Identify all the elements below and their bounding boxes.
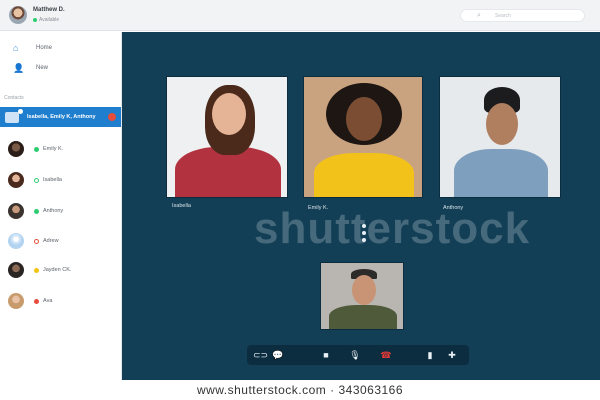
participant-face	[486, 103, 518, 145]
contact-name: Jayden CK.	[43, 267, 72, 273]
user-status-label: Available	[39, 17, 60, 23]
sidebar: ⌂ Home 👤 New Contacts Isabella, Emily K,…	[0, 32, 122, 380]
link-icon[interactable]: ⊂⊃	[253, 348, 268, 362]
sidebar-item-active-call-group[interactable]: Isabella, Emily K, Anthony	[0, 107, 121, 127]
participant-video-anthony[interactable]	[439, 76, 561, 198]
avatar	[8, 203, 24, 219]
signal-icon[interactable]: ▮	[423, 348, 437, 362]
participant-shirt	[454, 149, 548, 197]
microphone-icon[interactable]: 🎙	[348, 348, 362, 362]
participant-shirt	[314, 153, 414, 197]
add-participant-icon[interactable]: ✚	[445, 348, 459, 362]
dot	[362, 231, 366, 235]
avatar	[8, 141, 24, 157]
contacts-section-label: Contacts	[4, 95, 24, 101]
participant-name: Isabella	[172, 203, 191, 209]
hang-up-icon[interactable]: ☎	[379, 348, 393, 362]
dot	[362, 238, 366, 242]
video-call-area: Isabella Emily K. Anthony shutterstock ⊂…	[122, 32, 600, 380]
contact-item-adrew[interactable]: Adrew	[8, 232, 118, 250]
status-dot	[34, 146, 39, 152]
search-placeholder: Search	[495, 13, 511, 19]
online-status-dot	[33, 17, 37, 22]
contact-item-isabella[interactable]: Isabella	[8, 171, 118, 189]
add-user-icon: 👤	[13, 63, 25, 73]
status-dot	[34, 238, 39, 244]
user-name: Matthew D.	[33, 7, 65, 13]
status-dot	[34, 208, 39, 214]
contact-item-jayden[interactable]: Jayden CK.	[8, 261, 118, 279]
participant-video-emily[interactable]	[303, 76, 423, 198]
contact-name: Isabella	[43, 177, 62, 183]
footer-text: www.shutterstock.com · 343063166	[196, 383, 404, 397]
self-face	[352, 275, 376, 305]
participant-video-isabella[interactable]	[166, 76, 288, 198]
top-bar: Matthew D. Available ⌕ Search	[0, 0, 600, 31]
watermark: shutterstock	[254, 204, 531, 253]
group-call-icon	[5, 108, 23, 123]
participant-face	[346, 97, 382, 141]
contact-name: Anthony	[43, 208, 64, 214]
search-input[interactable]: ⌕ Search	[460, 9, 585, 22]
status-dot	[34, 267, 39, 273]
search-icon: ⌕	[477, 12, 481, 19]
call-badge-icon	[108, 113, 116, 121]
self-video-preview[interactable]	[320, 262, 404, 330]
avatar	[8, 233, 24, 249]
nav-item-label: New	[36, 65, 49, 71]
avatar	[8, 293, 24, 309]
user-status: Available	[33, 17, 59, 23]
dot	[362, 224, 366, 228]
contact-item-ava[interactable]: Ava	[8, 292, 118, 310]
footer: www.shutterstock.com · 343063166	[0, 380, 600, 400]
avatar	[8, 172, 24, 188]
participant-face	[212, 93, 246, 135]
contact-item-emily[interactable]: Emily K.	[8, 140, 118, 158]
nav-item-home[interactable]: ⌂ Home	[13, 41, 113, 55]
contact-name: Emily K.	[43, 146, 64, 152]
home-icon: ⌂	[13, 43, 19, 53]
chat-icon[interactable]: 💬	[271, 348, 285, 362]
status-dot	[34, 298, 39, 304]
contact-name: Adrew	[43, 238, 59, 244]
status-dot	[34, 177, 39, 183]
call-controls-bar: ⊂⊃ 💬 ■ 🎙 ☎ ▮ ✚	[247, 345, 469, 365]
nav-item-label: Home	[36, 45, 53, 51]
user-avatar[interactable]	[9, 6, 27, 24]
nav-item-new[interactable]: 👤 New	[13, 61, 113, 75]
self-shirt	[329, 305, 397, 329]
contact-name: Ava	[43, 298, 53, 304]
more-participants-indicator[interactable]	[361, 224, 367, 250]
avatar	[8, 262, 24, 278]
contact-item-anthony[interactable]: Anthony	[8, 202, 118, 220]
group-label: Isabella, Emily K, Anthony	[27, 114, 96, 120]
video-icon[interactable]: ■	[319, 348, 333, 362]
